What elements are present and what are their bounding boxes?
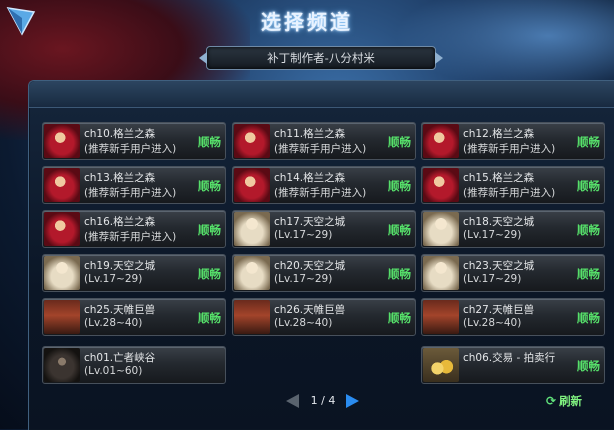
channel-status: 顺畅	[577, 359, 600, 373]
channel-card-ch19[interactable]: ch19.天空之城 (Lv.17~29) 顺畅	[42, 254, 226, 292]
channel-name: ch01.亡者峡谷	[84, 352, 156, 364]
white-knight-avatar	[234, 256, 270, 290]
prev-page-arrow-icon[interactable]	[286, 394, 299, 408]
channel-card-ch11[interactable]: ch11.格兰之森 (推荐新手用户进入) 顺畅	[232, 122, 416, 160]
channel-card-ch13[interactable]: ch13.格兰之森 (推荐新手用户进入) 顺畅	[42, 166, 226, 204]
channel-note: (推荐新手用户进入)	[84, 143, 177, 155]
channel-name: ch14.格兰之森	[274, 172, 346, 184]
channel-card-ch14[interactable]: ch14.格兰之森 (推荐新手用户进入) 顺畅	[232, 166, 416, 204]
channel-note: (Lv.17~29)	[463, 229, 522, 241]
channel-note: (推荐新手用户进入)	[463, 143, 556, 155]
channel-status: 顺畅	[388, 135, 411, 149]
channel-note: (推荐新手用户进入)	[84, 231, 177, 243]
channel-status: 顺畅	[198, 135, 221, 149]
channel-name: ch06.交易 - 拍卖行	[463, 352, 556, 364]
page-indicator: 1 / 4	[310, 394, 336, 407]
channel-name: ch15.格兰之森	[463, 172, 535, 184]
patch-author-banner: 补丁制作者-八分村米	[199, 46, 443, 70]
channel-card-ch25[interactable]: ch25.天帷巨兽 (Lv.28~40) 顺畅	[42, 298, 226, 336]
channel-card-ch16[interactable]: ch16.格兰之森 (推荐新手用户进入) 顺畅	[42, 210, 226, 248]
channel-card-ch20[interactable]: ch20.天空之城 (Lv.17~29) 顺畅	[232, 254, 416, 292]
channel-card-ch26[interactable]: ch26.天帷巨兽 (Lv.28~40) 顺畅	[232, 298, 416, 336]
channel-status: 顺畅	[388, 179, 411, 193]
channel-status: 顺畅	[577, 311, 600, 325]
channel-status: 顺畅	[388, 223, 411, 237]
channel-card-ch12[interactable]: ch12.格兰之森 (推荐新手用户进入) 顺畅	[421, 122, 605, 160]
channel-note: (Lv.17~29)	[274, 273, 333, 285]
gold-coins-avatar	[423, 348, 459, 382]
channel-note: (推荐新手用户进入)	[274, 143, 367, 155]
red-warrior-avatar	[44, 124, 80, 158]
channel-name: ch11.格兰之森	[274, 128, 346, 140]
refresh-icon: ⟳	[546, 394, 557, 408]
channel-status: 顺畅	[577, 135, 600, 149]
channel-card-ch27[interactable]: ch27.天帷巨兽 (Lv.28~40) 顺畅	[421, 298, 605, 336]
channel-name: ch26.天帷巨兽	[274, 304, 346, 316]
channel-name: ch23.天空之城	[463, 260, 535, 272]
channel-note: (推荐新手用户进入)	[463, 187, 556, 199]
channel-card-ch06[interactable]: ch06.交易 - 拍卖行 顺畅	[421, 346, 605, 384]
channel-note: (Lv.28~40)	[84, 317, 143, 329]
channel-status: 顺畅	[577, 223, 600, 237]
white-knight-avatar	[234, 212, 270, 246]
red-warrior-avatar	[423, 168, 459, 202]
red-warrior-avatar	[234, 124, 270, 158]
channel-note: (Lv.28~40)	[463, 317, 522, 329]
ship-deck-avatar	[423, 300, 459, 334]
channel-status: 顺畅	[198, 267, 221, 281]
channel-note: (Lv.17~29)	[463, 273, 522, 285]
red-warrior-avatar	[44, 168, 80, 202]
channel-card-ch23[interactable]: ch23.天空之城 (Lv.17~29) 顺畅	[421, 254, 605, 292]
white-knight-avatar	[44, 256, 80, 290]
channel-status: 顺畅	[577, 267, 600, 281]
channel-name: ch13.格兰之森	[84, 172, 156, 184]
channel-status: 顺畅	[577, 179, 600, 193]
white-knight-avatar	[423, 256, 459, 290]
next-page-arrow-icon[interactable]	[346, 394, 359, 408]
channel-note: (推荐新手用户进入)	[84, 187, 177, 199]
channel-status: 顺畅	[388, 311, 411, 325]
page-title: 选择频道	[261, 10, 353, 34]
red-warrior-avatar	[423, 124, 459, 158]
refresh-button[interactable]: ⟳ 刷新	[546, 393, 582, 409]
channel-note: (Lv.17~29)	[274, 229, 333, 241]
channel-name: ch17.天空之城	[274, 216, 346, 228]
channel-card-ch18[interactable]: ch18.天空之城 (Lv.17~29) 顺畅	[421, 210, 605, 248]
channel-note: (Lv.17~29)	[84, 273, 143, 285]
red-warrior-avatar	[44, 212, 80, 246]
channel-status: 顺畅	[198, 311, 221, 325]
channel-status: 顺畅	[388, 267, 411, 281]
channel-name: ch20.天空之城	[274, 260, 346, 272]
channel-card-ch01[interactable]: ch01.亡者峡谷 (Lv.01~60)	[42, 346, 226, 384]
channel-name: ch16.格兰之森	[84, 216, 156, 228]
red-warrior-avatar	[234, 168, 270, 202]
channel-name: ch18.天空之城	[463, 216, 535, 228]
channel-note: (Lv.28~40)	[274, 317, 333, 329]
channel-name: ch10.格兰之森	[84, 128, 156, 140]
pagination: 1 / 4	[286, 392, 359, 410]
ship-deck-avatar	[44, 300, 80, 334]
channel-card-ch10[interactable]: ch10.格兰之森 (推荐新手用户进入) 顺畅	[42, 122, 226, 160]
hooded-figure-avatar	[44, 348, 80, 382]
channel-status: 顺畅	[198, 179, 221, 193]
channel-card-ch17[interactable]: ch17.天空之城 (Lv.17~29) 顺畅	[232, 210, 416, 248]
channel-card-ch15[interactable]: ch15.格兰之森 (推荐新手用户进入) 顺畅	[421, 166, 605, 204]
panel-header	[29, 81, 614, 108]
channel-name: ch27.天帷巨兽	[463, 304, 535, 316]
channel-note: (Lv.01~60)	[84, 365, 143, 377]
channel-note: (推荐新手用户进入)	[274, 187, 367, 199]
channel-name: ch19.天空之城	[84, 260, 156, 272]
channel-name: ch12.格兰之森	[463, 128, 535, 140]
ship-deck-avatar	[234, 300, 270, 334]
channel-status: 顺畅	[198, 223, 221, 237]
refresh-label: 刷新	[559, 394, 583, 408]
white-knight-avatar	[423, 212, 459, 246]
channel-name: ch25.天帷巨兽	[84, 304, 156, 316]
